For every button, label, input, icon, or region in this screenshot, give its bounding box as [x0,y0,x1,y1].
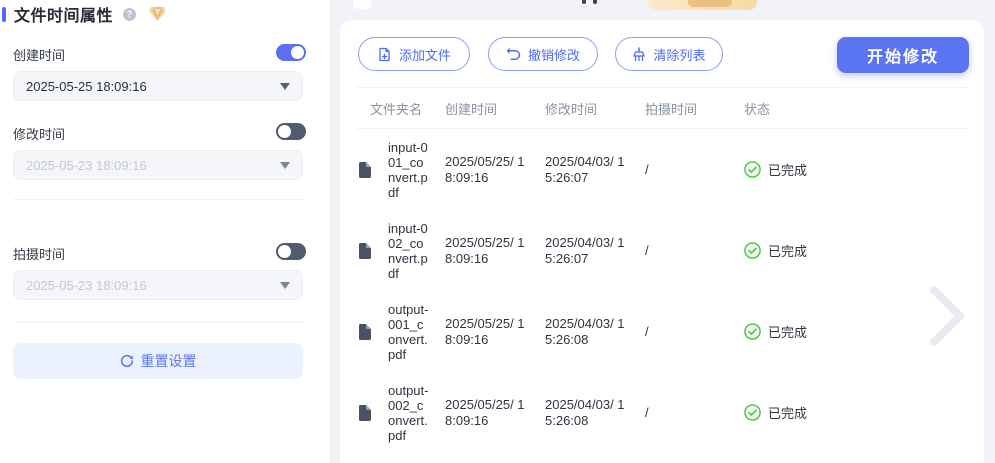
top-banner-partial [648,0,757,10]
date-value: 2025-05-23 18:09:16 [26,277,147,293]
add-file-label: 添加文件 [398,47,451,63]
cropped-toolbar-chip [353,0,371,9]
file-icon [359,404,371,421]
cell-create-time: 2025/05/25/ 18:09:16 [445,315,525,347]
divider [13,322,303,323]
column-header-shot-time: 拍摄时间 [645,101,698,117]
file-add-icon [379,47,390,61]
settings-panel: 文件时间属性 ? 创建时间 2025-05-25 18:09:16 修改时间 2… [0,0,330,463]
cell-shot-time: / [645,324,649,339]
clear-list-label: 清除列表 [653,47,706,63]
cell-shot-time: / [645,162,649,177]
cell-modify-time: 2025/04/03/ 15:26:08 [545,315,625,347]
undo-icon [506,47,521,60]
check-circle-icon [744,242,761,259]
status-badge: 已完成 [768,244,808,259]
cell-folder-name: output-002_convert.pdf [388,382,429,443]
toggle-shot-time[interactable] [276,243,306,260]
field-label-shot-time: 拍摄时间 [13,247,66,262]
title-accent-bar [2,6,6,22]
help-icon[interactable]: ? [123,7,137,21]
cell-shot-time: / [645,243,649,258]
clear-list-button[interactable]: 清除列表 [615,37,723,71]
check-circle-icon [744,161,761,178]
column-header-create-time: 创建时间 [445,101,498,117]
start-modify-button[interactable]: 开始修改 [837,37,969,73]
check-circle-icon [744,404,761,421]
table-row[interactable]: input-001_convert.pdf 2025/05/25/ 18:09:… [340,129,984,210]
reset-label: 重置设置 [140,353,197,369]
file-icon [359,161,371,178]
date-picker-modify-time[interactable]: 2025-05-23 18:09:16 [13,150,303,180]
cell-create-time: 2025/05/25/ 18:09:16 [445,396,525,428]
cell-shot-time: / [645,405,649,420]
app-window: 文件时间属性 ? 创建时间 2025-05-25 18:09:16 修改时间 2… [0,0,995,463]
reset-settings-button[interactable]: 重置设置 [13,343,303,379]
add-file-button[interactable]: 添加文件 [358,37,470,71]
cropped-text-fragment [582,0,597,4]
status-badge: 已完成 [768,163,808,178]
refresh-icon [120,354,133,367]
cell-folder-name: output-001_convert.pdf [388,301,429,362]
column-header-folder-name: 文件夹名 [370,101,423,117]
banner-button-partial[interactable] [688,0,732,7]
table-header: 文件夹名 创建时间 修改时间 拍摄时间 状态 [340,88,984,128]
chevron-down-icon [280,82,290,90]
toggle-knob [291,46,304,59]
toggle-knob [278,245,291,258]
cell-create-time: 2025/05/25/ 18:09:16 [445,234,525,266]
file-icon [359,323,371,340]
cell-modify-time: 2025/04/03/ 15:26:07 [545,234,625,266]
cell-folder-name: input-002_convert.pdf [388,220,428,281]
toggle-modify-time[interactable] [276,123,306,140]
field-label-create-time: 创建时间 [13,48,66,63]
toggle-create-time[interactable] [276,44,306,61]
vip-gem-icon [149,7,167,21]
date-picker-shot-time[interactable]: 2025-05-23 18:09:16 [13,270,303,300]
chevron-down-icon [280,281,290,289]
date-value: 2025-05-25 18:09:16 [26,78,147,94]
cell-modify-time: 2025/04/03/ 15:26:07 [545,153,625,185]
broom-icon [633,46,646,61]
file-icon [359,242,371,259]
file-list-card: 添加文件 撤销修改 清除列表 开始修改 文件夹名 创建时间 修改时间 拍摄时间 … [340,20,984,463]
date-value: 2025-05-23 18:09:16 [26,157,147,173]
cell-modify-time: 2025/04/03/ 15:26:08 [545,396,625,428]
undo-changes-label: 撤销修改 [527,47,580,63]
date-picker-create-time[interactable]: 2025-05-25 18:09:16 [13,71,303,101]
status-badge: 已完成 [768,406,808,421]
table-row[interactable]: output-001_convert.pdf 2025/05/25/ 18:09… [340,291,984,372]
status-badge: 已完成 [768,325,808,340]
toggle-knob [278,125,291,138]
field-label-modify-time: 修改时间 [13,127,66,142]
table-row[interactable]: input-002_convert.pdf 2025/05/25/ 18:09:… [340,210,984,291]
table-row[interactable]: output-002_convert.pdf 2025/05/25/ 18:09… [340,372,984,453]
column-header-status: 状态 [744,101,771,117]
file-table-body: input-001_convert.pdf 2025/05/25/ 18:09:… [340,129,984,463]
main-region: 添加文件 撤销修改 清除列表 开始修改 文件夹名 创建时间 修改时间 拍摄时间 … [330,0,995,463]
cell-folder-name: input-001_convert.pdf [388,139,428,200]
check-circle-icon [744,323,761,340]
cell-create-time: 2025/05/25/ 18:09:16 [445,153,525,185]
chevron-down-icon [280,161,290,169]
divider [13,199,303,200]
panel-title: 文件时间属性 [14,8,114,25]
column-header-modify-time: 修改时间 [545,101,598,117]
next-page-arrow-icon[interactable] [926,284,968,348]
panel-header: 文件时间属性 ? [2,2,167,26]
undo-changes-button[interactable]: 撤销修改 [488,37,598,71]
